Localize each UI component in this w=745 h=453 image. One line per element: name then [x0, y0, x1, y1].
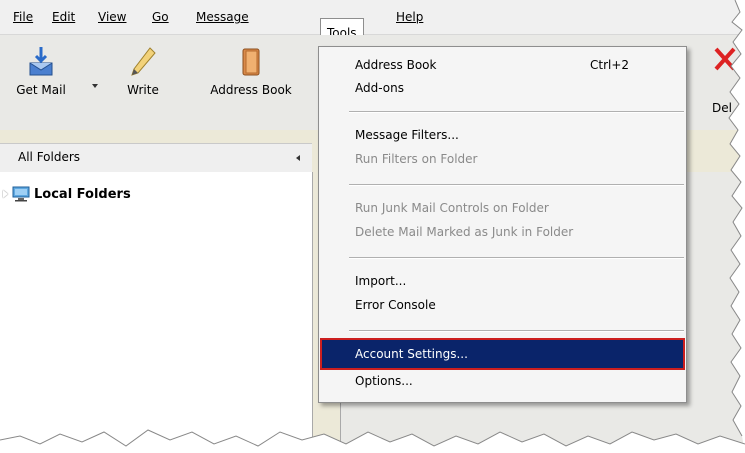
thunderbird-window: File Edit View Go Message Tools Help Get…	[0, 0, 745, 453]
torn-edge-decoration	[0, 0, 745, 453]
